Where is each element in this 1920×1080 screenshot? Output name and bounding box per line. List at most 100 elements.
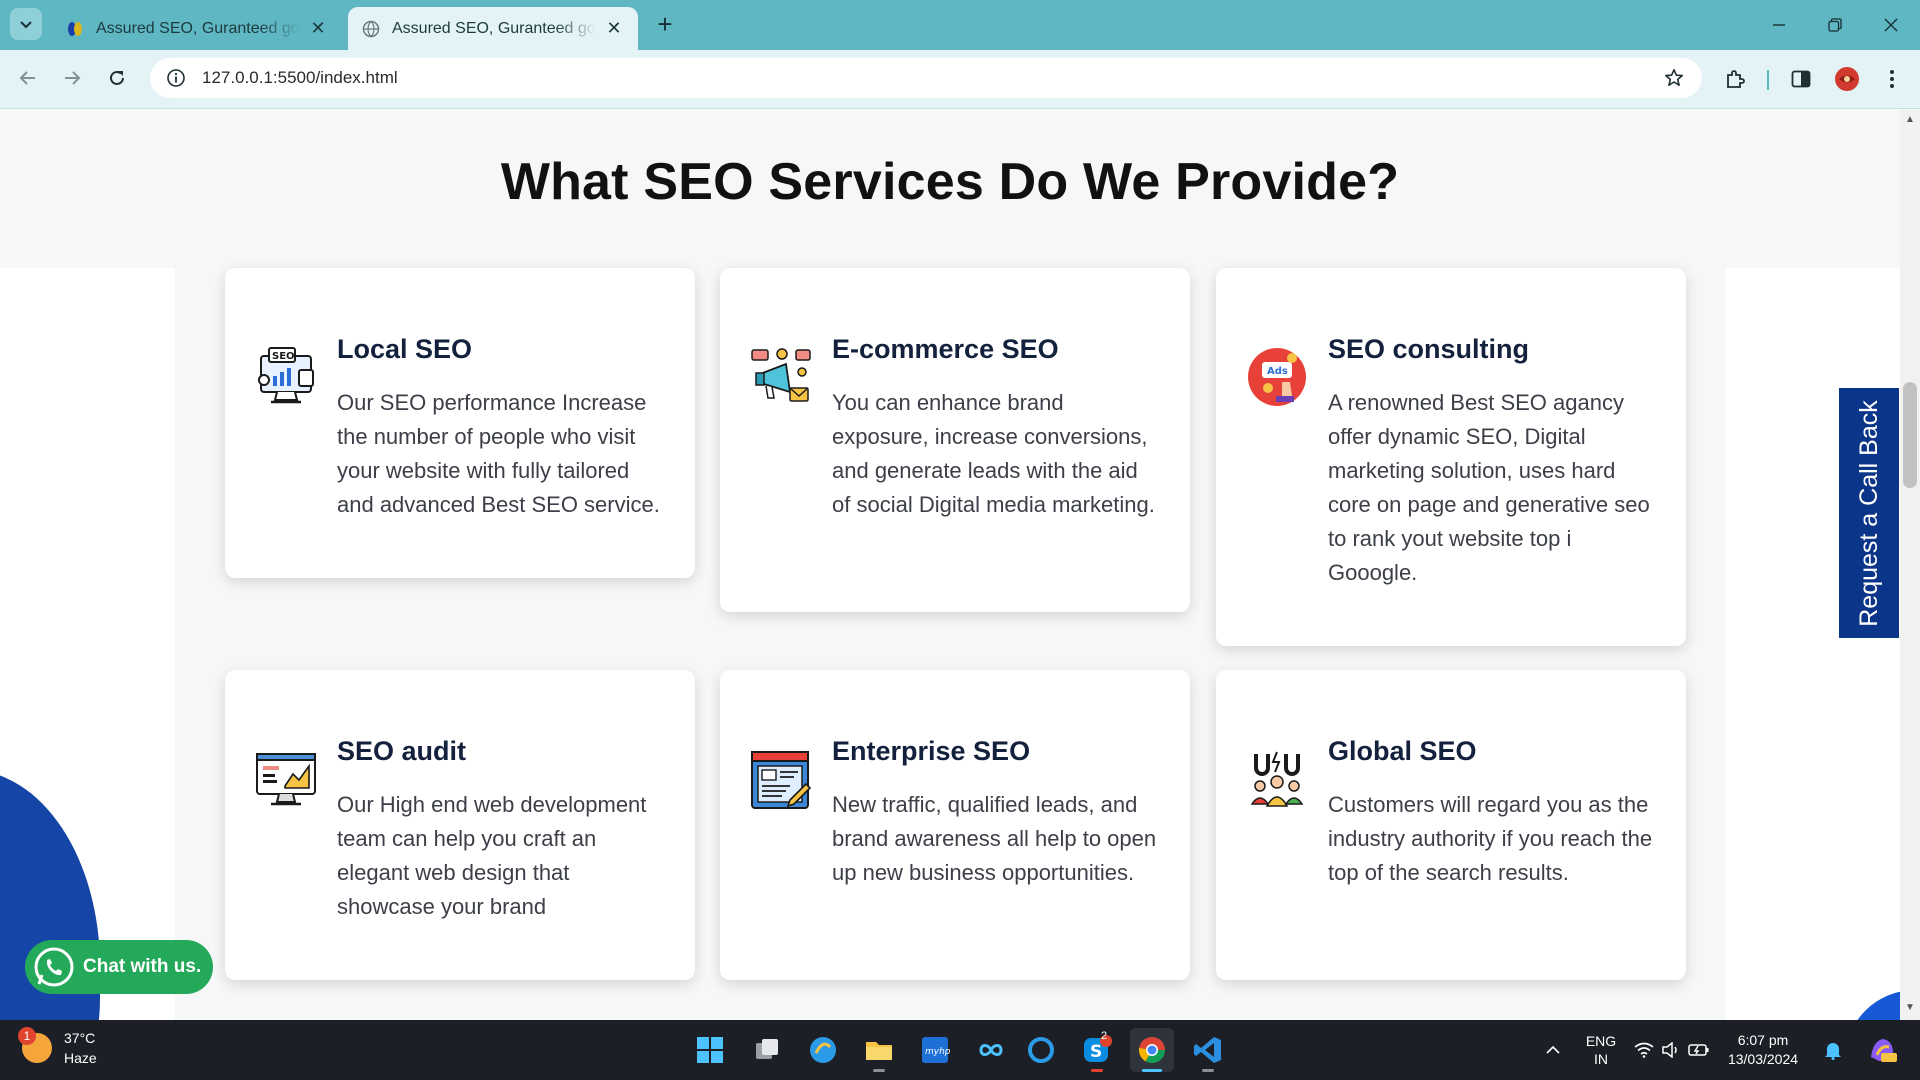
vscode-icon [1194,1037,1221,1063]
windows-logo-icon [697,1037,723,1063]
running-indicator [1202,1069,1214,1072]
browser-menu-icon[interactable] [1875,62,1909,96]
tab-title: Assured SEO, Guranteed google ranking [392,19,596,37]
input-language-indicator[interactable]: ENG IN [1578,1020,1624,1080]
start-button[interactable] [688,1028,732,1072]
monitor-chart-icon [256,753,316,806]
region-code: IN [1594,1051,1608,1067]
clock-date: 13/03/2024 [1727,1051,1799,1067]
wifi-icon [1634,1042,1654,1058]
windows-taskbar: 1 37°C Haze myhp S 2 ENG IN 6:07 pm 13/0… [0,1020,1920,1080]
weather-widget[interactable]: 1 37°C Haze [18,1027,97,1068]
active-indicator [1142,1069,1162,1072]
task-view-button[interactable] [745,1028,789,1072]
site-info-icon[interactable] [156,58,196,98]
card-title: Local SEO [337,334,473,364]
cortana-app[interactable] [1019,1028,1063,1072]
skype-app[interactable]: S 2 [1075,1028,1119,1072]
browser-toolbar: 127.0.0.1:5500/index.html [0,50,1920,109]
tab-search-button[interactable] [10,8,42,40]
service-card-enterprise-seo[interactable]: Enterprise SEO New traffic, qualified le… [720,670,1190,980]
new-tab-button[interactable]: + [650,8,680,40]
service-card-local-seo[interactable]: SEO Local SEO Our SEO performance Increa… [225,268,695,578]
clock[interactable]: 6:07 pm 13/03/2024 [1718,1020,1808,1080]
infinity-icon [979,1044,1003,1056]
section-heading: What SEO Services Do We Provide? [500,153,1400,211]
service-card-seo-consulting[interactable]: Ads SEO consulting A renowned Best SEO a… [1216,268,1686,646]
site-favicon-icon [68,21,82,36]
weather-temperature: 37°C [64,1030,96,1046]
card-title: E-commerce SEO [832,334,1059,364]
chat-label: Chat with us. [83,956,202,977]
side-panel-icon[interactable] [1784,62,1818,96]
scroll-down-arrow-icon[interactable]: ▼ [1900,1002,1920,1018]
card-title: SEO consulting [1328,334,1530,364]
close-window-button[interactable] [1862,0,1920,50]
page-viewport: What SEO Services Do We Provide? SEO Loc… [0,110,1920,1020]
svg-text:S: S [1090,1042,1102,1062]
file-explorer-app[interactable] [857,1028,901,1072]
tab-title: Assured SEO, Guranteed google ranking [96,19,300,37]
card-text: You can enhance brand exposure, increase… [832,390,1155,517]
svg-text:Ads: Ads [1267,366,1288,377]
service-card-global-seo[interactable]: Global SEO Customers will regard you as … [1216,670,1686,980]
scroll-up-arrow-icon[interactable]: ▲ [1900,114,1920,130]
restore-icon [1828,18,1842,32]
back-button[interactable] [10,60,46,96]
card-text: A renowned Best SEO agancy offer dynamic… [1328,390,1650,585]
extensions-icon[interactable] [1718,62,1752,96]
system-tray-status[interactable] [1632,1020,1712,1080]
tab-seo-inactive[interactable]: Assured SEO, Guranteed google ranking ✕ [52,7,342,50]
back-arrow-icon [19,71,35,85]
minimize-button[interactable] [1750,0,1808,50]
scrollbar-thumb[interactable] [1903,382,1917,488]
svg-text:SEO: SEO [272,351,295,362]
address-bar[interactable]: 127.0.0.1:5500/index.html [150,58,1702,98]
card-title: Global SEO [1328,736,1477,766]
request-callback-tab[interactable]: Request a Call Back [1839,388,1899,638]
cortana-ring-icon [1028,1037,1054,1063]
copilot-app[interactable] [801,1028,845,1072]
vscode-app[interactable] [1186,1028,1230,1072]
magnet-people-icon [1250,751,1304,807]
volume-icon [1662,1042,1677,1058]
show-hidden-icons-button[interactable] [1538,1020,1568,1080]
close-tab-icon[interactable]: ✕ [604,18,624,39]
bookmark-star-icon[interactable] [1654,58,1694,98]
url-text[interactable]: 127.0.0.1:5500/index.html [202,68,1654,88]
meta-app[interactable] [969,1028,1013,1072]
weather-haze-icon: 1 [18,1027,52,1063]
page-scrollbar[interactable] [1900,110,1920,1020]
seo-monitor-icon: SEO [258,347,314,404]
battery-charging-icon [1688,1044,1709,1056]
clock-time: 6:07 pm [1737,1032,1789,1048]
service-card-seo-audit[interactable]: SEO audit Our High end web development t… [225,670,695,980]
callback-label: Request a Call Back [1854,399,1883,627]
svg-text:myhp: myhp [925,1047,950,1057]
megaphone-icon [751,348,811,402]
myhp-app[interactable]: myhp [913,1028,957,1072]
whatsapp-chat-button[interactable]: Chat with us. [25,940,213,994]
task-view-icon [756,1039,778,1059]
forward-button[interactable] [54,60,90,96]
close-tab-icon[interactable]: ✕ [308,18,328,39]
service-card-ecommerce-seo[interactable]: E-commerce SEO You can enhance brand exp… [720,268,1190,612]
weather-description: Haze [64,1050,97,1066]
reload-button[interactable] [99,60,135,96]
toolbar-divider [1767,70,1769,90]
restore-button[interactable] [1806,0,1864,50]
chrome-app[interactable] [1130,1028,1174,1072]
skype-badge: 2 [1101,1030,1108,1042]
myhp-icon: myhp [922,1037,950,1063]
ads-icon: Ads [1248,348,1306,406]
web-edit-icon [751,751,812,809]
running-indicator [873,1069,885,1072]
notifications-button[interactable] [1818,1020,1848,1080]
profile-avatar[interactable] [1830,62,1864,96]
tab-seo-active[interactable]: Assured SEO, Guranteed google ranking ✕ [348,7,638,50]
chevron-up-icon [1546,1045,1560,1054]
copilot-preview-button[interactable] [1862,1020,1902,1080]
minimize-icon [1773,24,1785,26]
forward-arrow-icon [65,71,81,85]
card-text: New traffic, qualified leads, and brand … [832,792,1157,885]
